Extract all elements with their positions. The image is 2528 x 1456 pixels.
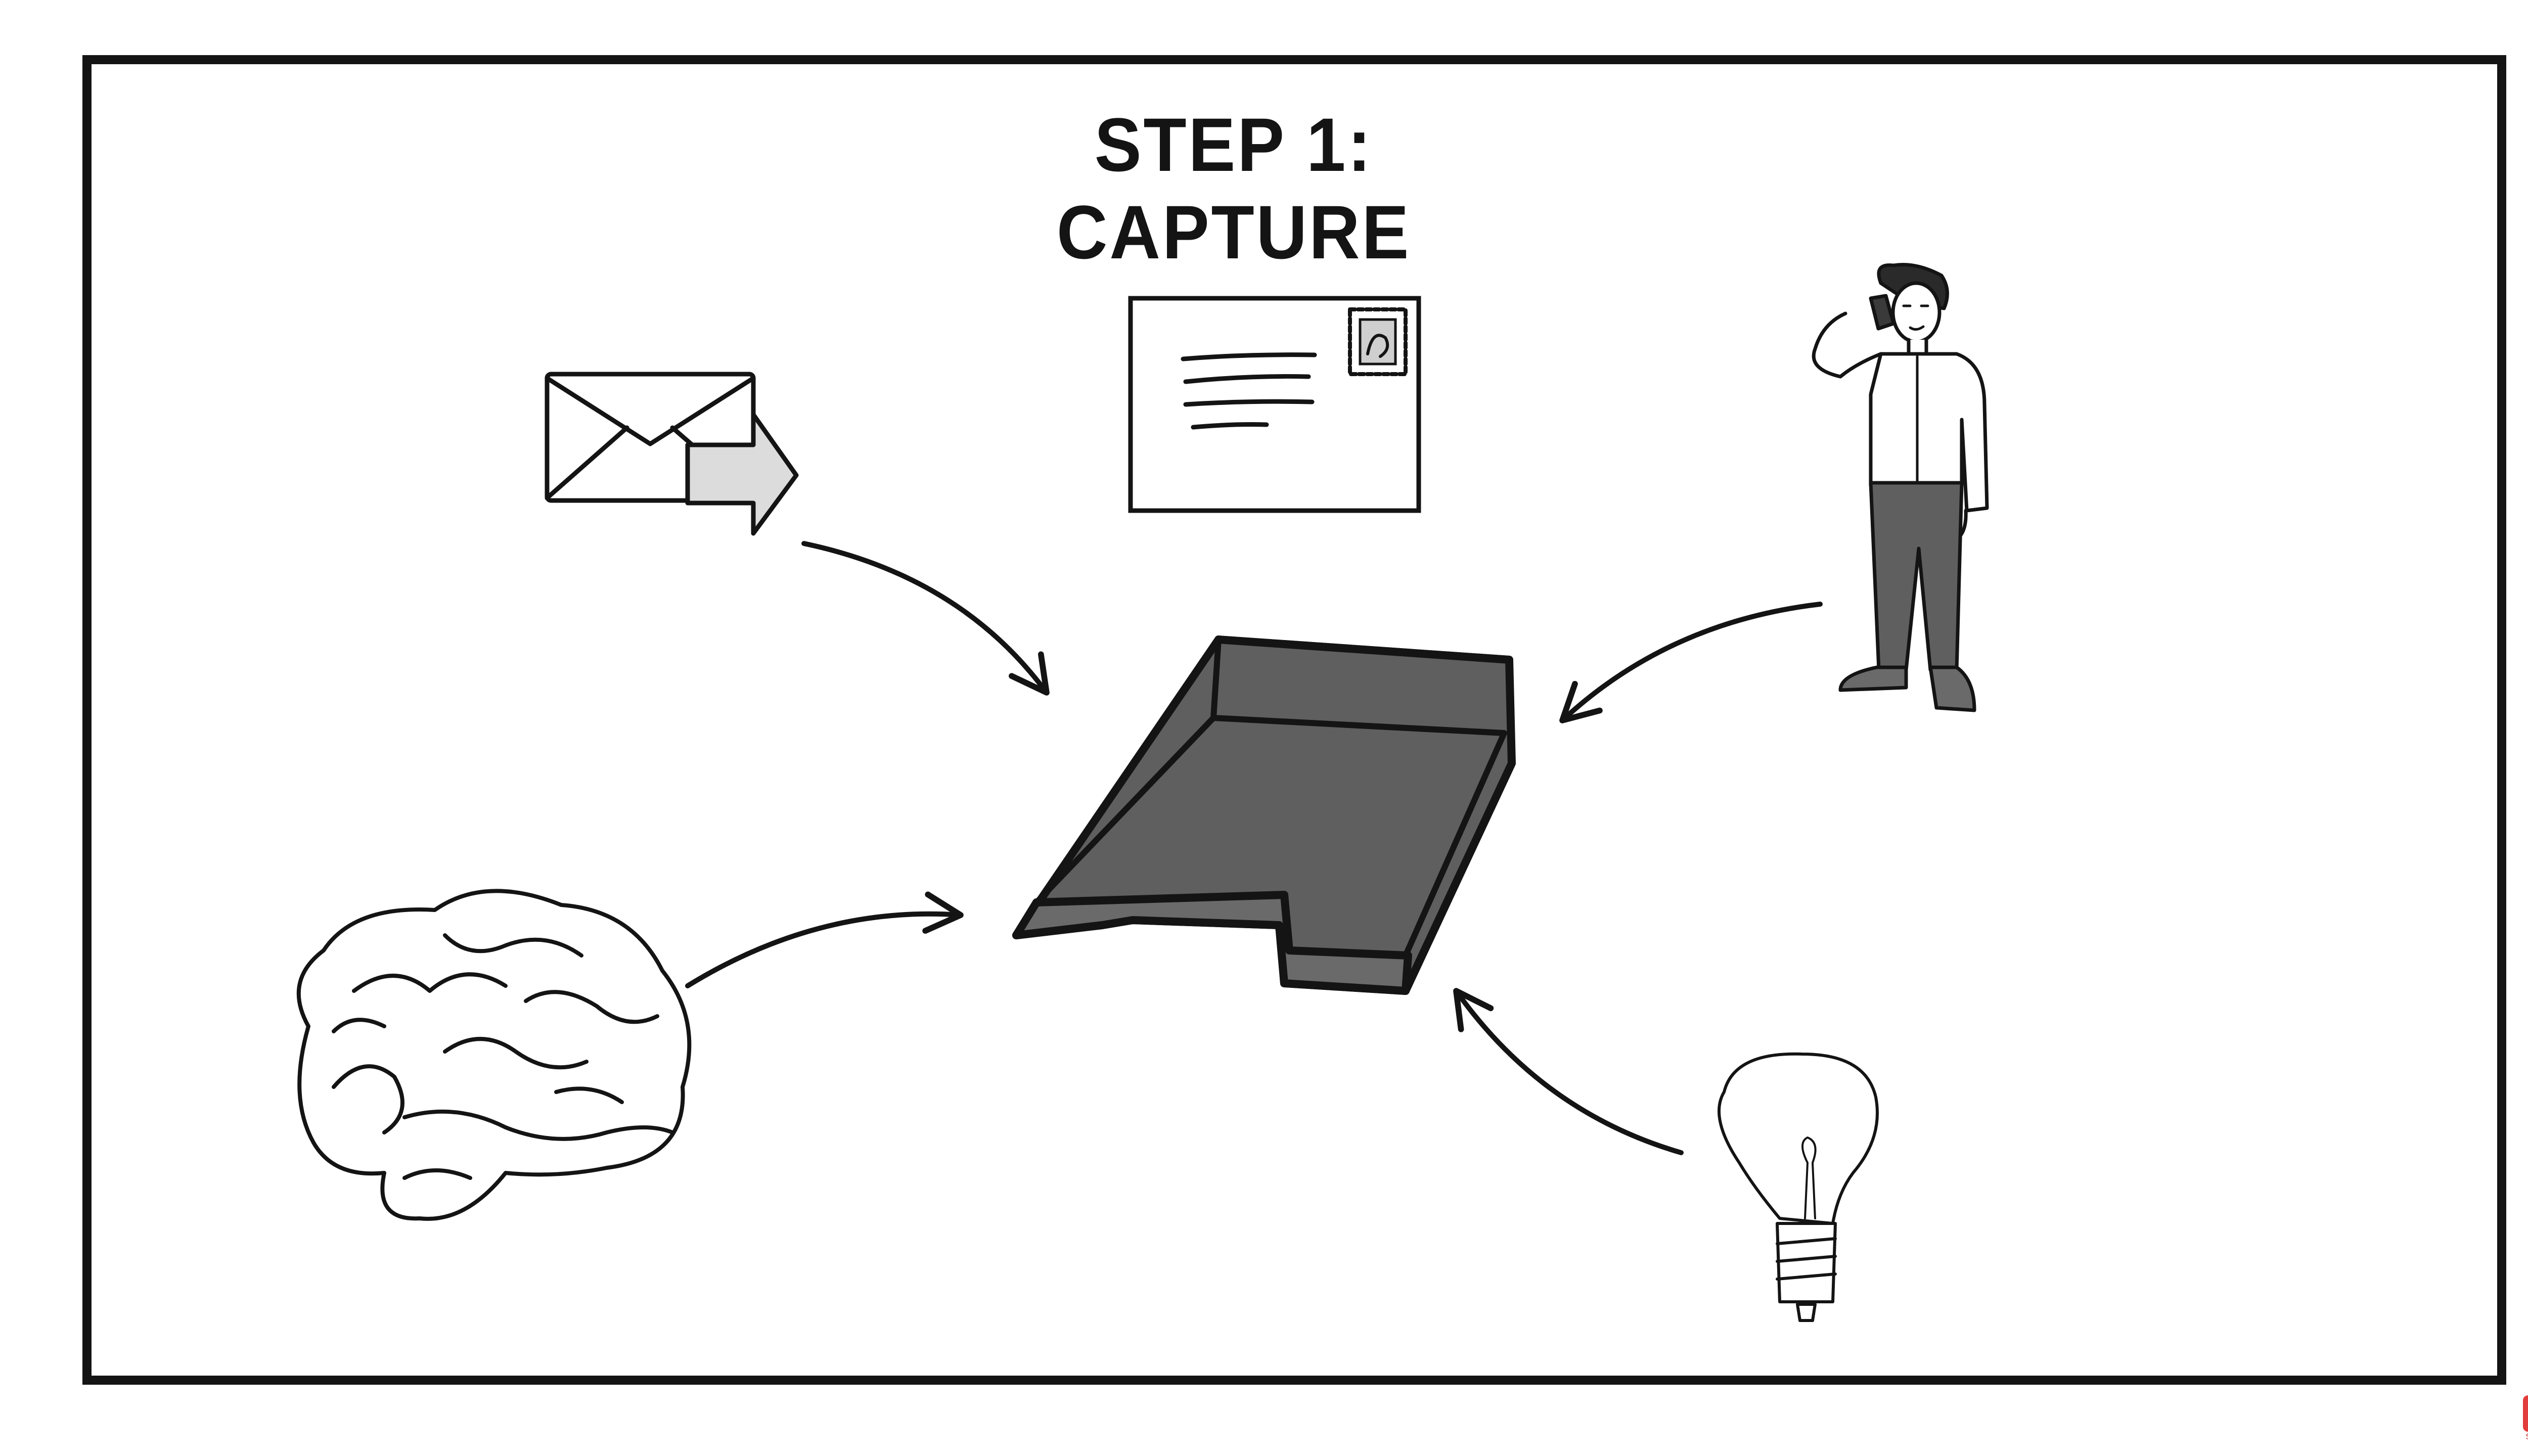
postal-letter-icon bbox=[1128, 296, 1421, 513]
brain-icon bbox=[296, 889, 692, 1221]
arrow-idea-to-inbox bbox=[1453, 988, 1684, 1155]
arrow-phone-to-inbox bbox=[1559, 602, 1823, 723]
arrow-email-to-inbox bbox=[801, 541, 1050, 696]
light-bulb-icon bbox=[1718, 1052, 1879, 1322]
subscribe-label: Subscribe bbox=[2518, 1432, 2528, 1442]
inbox-tray-icon bbox=[1012, 635, 1516, 995]
subscribe-button[interactable]: Subscribe bbox=[2523, 1395, 2528, 1442]
diagram-title: STEP 1: CAPTURE bbox=[1056, 102, 1411, 275]
email-forward-icon bbox=[545, 372, 799, 536]
arrow-brain-to-inbox bbox=[685, 891, 964, 988]
man-on-phone-icon bbox=[1812, 263, 1989, 712]
play-icon bbox=[2523, 1395, 2528, 1432]
